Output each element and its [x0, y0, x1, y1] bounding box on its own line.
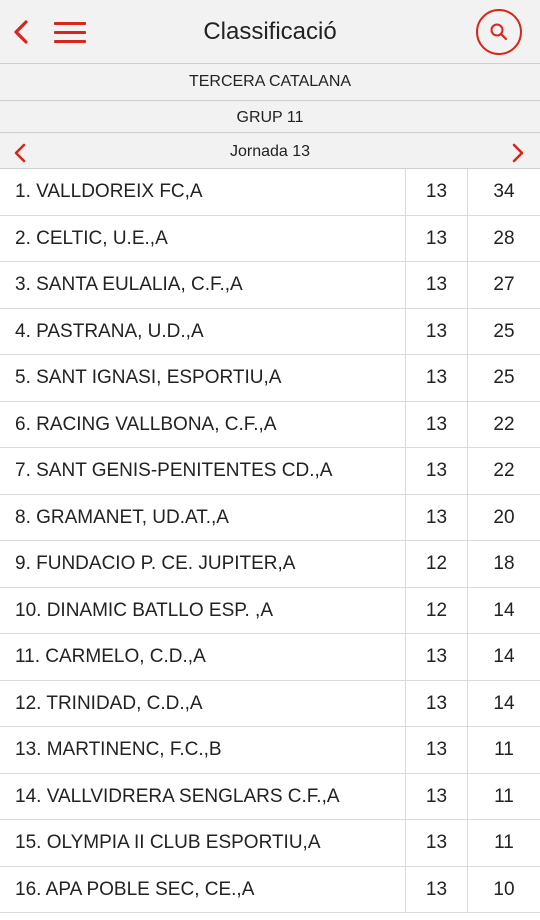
- team-name: 2. CELTIC, U.E.,A: [15, 227, 168, 249]
- table-row[interactable]: 6. RACING VALLBONA, C.F.,A 13 22: [0, 401, 540, 448]
- category-label: TERCERA CATALANA: [188, 73, 352, 90]
- next-round-button[interactable]: [508, 142, 528, 164]
- team-name: 14. VALLVIDRERA SENGLARS C.F.,A: [15, 785, 340, 807]
- team-name: 11. CARMELO, C.D.,A: [15, 646, 206, 667]
- matches-played: 13: [405, 262, 467, 308]
- hamburger-menu-icon-line: [54, 40, 86, 43]
- chevron-right-icon: [512, 143, 524, 163]
- matches-played: 13: [405, 773, 467, 820]
- matches-played: 13: [405, 494, 467, 541]
- table-row[interactable]: 15. OLYMPIA II CLUB ESPORTIU,A 13 11: [0, 820, 540, 867]
- menu-button[interactable]: [52, 18, 88, 46]
- back-button[interactable]: [8, 14, 34, 50]
- matches-played: 13: [405, 634, 467, 680]
- table-row[interactable]: 1. VALLDOREIX FC,A 13 34: [0, 169, 540, 216]
- previous-round-button[interactable]: [10, 142, 30, 164]
- points: 25: [467, 355, 540, 401]
- matches-played: 13: [405, 820, 467, 866]
- team-name: 7. SANT GENIS-PENITENTES CD.,A: [15, 460, 333, 481]
- points: 27: [467, 262, 540, 308]
- table-row[interactable]: 11. CARMELO, C.D.,A 13 14: [0, 634, 540, 681]
- team-name: 15. OLYMPIA II CLUB ESPORTIU,A: [15, 832, 321, 853]
- table-row[interactable]: 12. TRINIDAD, C.D.,A 13 14: [0, 680, 540, 727]
- app-header: Classificació: [0, 0, 540, 64]
- points: 10: [467, 866, 540, 913]
- table-row[interactable]: 2. CELTIC, U.E.,A 13 28: [0, 215, 540, 262]
- category-bar: TERCERA CATALANA: [0, 64, 540, 101]
- table-row[interactable]: 8. GRAMANET, UD.AT.,A 13 20: [0, 494, 540, 541]
- group-bar: GRUP 11: [0, 101, 540, 133]
- points: 22: [467, 448, 540, 494]
- matches-played: 13: [405, 727, 467, 773]
- team-name: 4. PASTRANA, U.D.,A: [15, 320, 204, 342]
- points: 20: [467, 494, 540, 541]
- round-selector: Jornada 13: [0, 133, 540, 169]
- points: 18: [467, 541, 540, 587]
- points: 28: [467, 215, 540, 262]
- team-name: 12. TRINIDAD, C.D.,A: [15, 692, 203, 714]
- points: 34: [467, 169, 540, 215]
- standings-table: 1. VALLDOREIX FC,A 13 34 2. CELTIC, U.E.,A 1…: [0, 169, 540, 913]
- hamburger-menu-icon: [54, 22, 86, 25]
- matches-played: 12: [405, 541, 467, 587]
- table-row[interactable]: 4. PASTRANA, U.D.,A 13 25: [0, 308, 540, 355]
- chevron-left-icon: [14, 20, 28, 44]
- team-name: 16. APA POBLE SEC, CE.,A: [15, 878, 255, 900]
- matches-played: 13: [405, 215, 467, 262]
- points: 14: [467, 587, 540, 634]
- team-name: 5. SANT IGNASI, ESPORTIU,A: [15, 367, 282, 388]
- matches-played: 13: [405, 866, 467, 913]
- team-name: 1. VALLDOREIX FC,A: [15, 181, 203, 202]
- table-row[interactable]: 5. SANT IGNASI, ESPORTIU,A 13 25: [0, 355, 540, 402]
- table-row[interactable]: 9. FUNDACIO P. CE. JUPITER,A 12 18: [0, 541, 540, 588]
- team-name: 8. GRAMANET, UD.AT.,A: [15, 506, 229, 528]
- team-name: 10. DINAMIC BATLLO ESP. ,A: [15, 599, 274, 621]
- points: 11: [467, 727, 540, 773]
- team-name: 6. RACING VALLBONA, C.F.,A: [15, 413, 277, 435]
- points: 11: [467, 773, 540, 820]
- team-name: 13. MARTINENC, F.C.,B: [15, 739, 222, 760]
- matches-played: 12: [405, 587, 467, 634]
- team-name: 9. FUNDACIO P. CE. JUPITER,A: [15, 553, 296, 574]
- matches-played: 13: [405, 448, 467, 494]
- table-row[interactable]: 3. SANTA EULALIA, C.F.,A 13 27: [0, 262, 540, 309]
- hamburger-menu-icon-line: [54, 31, 86, 34]
- points: 11: [467, 820, 540, 866]
- points: 22: [467, 401, 540, 448]
- search-button[interactable]: [476, 9, 522, 55]
- table-row[interactable]: 7. SANT GENIS-PENITENTES CD.,A 13 22: [0, 448, 540, 495]
- matches-played: 13: [405, 680, 467, 727]
- points: 25: [467, 308, 540, 355]
- page-title: Classificació: [203, 18, 337, 45]
- matches-played: 13: [405, 355, 467, 401]
- table-row[interactable]: 14. VALLVIDRERA SENGLARS C.F.,A 13 11: [0, 773, 540, 820]
- table-row[interactable]: 10. DINAMIC BATLLO ESP. ,A 12 14: [0, 587, 540, 634]
- matches-played: 13: [405, 308, 467, 355]
- team-name: 3. SANTA EULALIA, C.F.,A: [15, 274, 243, 295]
- points: 14: [467, 680, 540, 727]
- chevron-left-icon: [14, 143, 26, 163]
- table-row[interactable]: 16. APA POBLE SEC, CE.,A 13 10: [0, 866, 540, 913]
- matches-played: 13: [405, 169, 467, 215]
- table-row[interactable]: 13. MARTINENC, F.C.,B 13 11: [0, 727, 540, 774]
- group-label: GRUP 11: [236, 109, 304, 126]
- matches-played: 13: [405, 401, 467, 448]
- search-icon: [490, 23, 508, 41]
- round-label: Jornada 13: [229, 143, 311, 160]
- points: 14: [467, 634, 540, 680]
